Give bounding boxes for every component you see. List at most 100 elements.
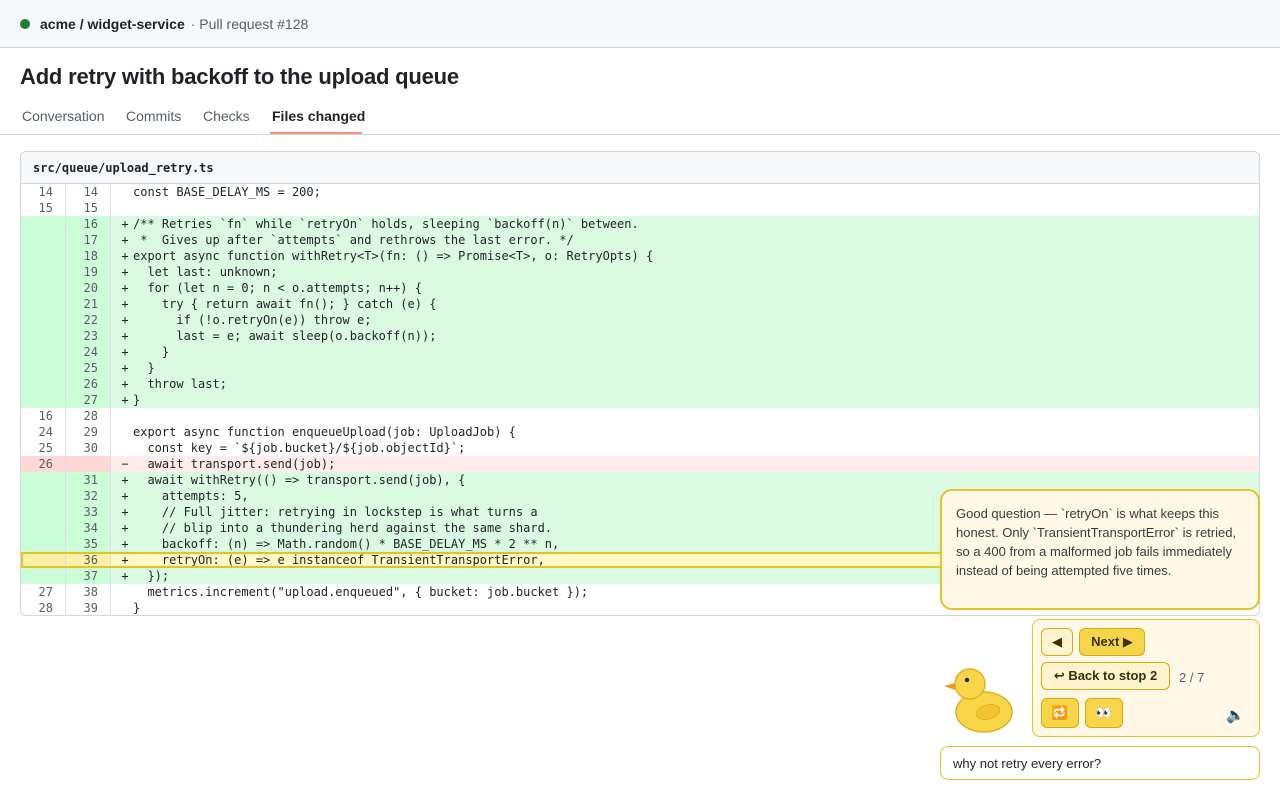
new-line-number: 32 bbox=[66, 488, 111, 504]
look-eyes-icon[interactable]: 👀 bbox=[1085, 698, 1123, 728]
status-dot-icon bbox=[20, 18, 30, 29]
file-path[interactable]: src/queue/upload_retry.ts bbox=[33, 161, 214, 175]
next-stop-button[interactable]: Next ▶ bbox=[1079, 628, 1145, 656]
added-diff-line[interactable]: 27 +} bbox=[21, 392, 1259, 408]
new-line-number: 26 bbox=[66, 376, 111, 392]
added-diff-line[interactable]: 23 + last = e; await sleep(o.backoff(n)); bbox=[21, 328, 1259, 344]
added-diff-line[interactable]: 19 + let last: unknown; bbox=[21, 264, 1259, 280]
added-diff-line[interactable]: 18 + export async function withRetry<T>(fn… bbox=[21, 248, 1259, 264]
diff-sign bbox=[119, 424, 131, 440]
speaker-icon[interactable]: 🔈 bbox=[1226, 706, 1245, 724]
new-line-number: 28 bbox=[66, 408, 111, 424]
code-text: let last: unknown; bbox=[133, 265, 278, 279]
added-diff-line[interactable]: 22 + if (!o.retryOn(e)) throw e; bbox=[21, 312, 1259, 328]
new-line-number: 18 bbox=[66, 248, 111, 264]
context-diff-line[interactable]: 15 15 bbox=[21, 200, 1259, 216]
question-input-value: why not retry every error? bbox=[953, 755, 1102, 771]
added-diff-line[interactable]: 20 + for (let n = 0; n < o.attempts; n++)… bbox=[21, 280, 1259, 296]
new-line-number: 30 bbox=[66, 440, 111, 456]
new-line-number: 24 bbox=[66, 344, 111, 360]
old-line-number bbox=[21, 280, 66, 296]
old-line-number: 26 bbox=[21, 456, 66, 472]
added-diff-line[interactable]: 31 + await withRetry(() => transport.send… bbox=[21, 472, 1259, 488]
new-line-number: 37 bbox=[66, 568, 111, 584]
code-text: retryOn: (e) => e instanceof TransientTr… bbox=[133, 553, 545, 567]
new-line-number: 35 bbox=[66, 536, 111, 552]
old-line-number bbox=[21, 312, 66, 328]
code-text: } bbox=[133, 601, 141, 615]
diff-sign: + bbox=[121, 265, 129, 279]
code-text: for (let n = 0; n < o.attempts; n++) { bbox=[133, 281, 422, 295]
context-diff-line[interactable]: 25 30 const key = `${job.bucket}/${job.ob… bbox=[21, 440, 1259, 456]
added-diff-line[interactable]: 25 + } bbox=[21, 360, 1259, 376]
stop-counter: 2 / 7 bbox=[1179, 670, 1205, 685]
old-line-number bbox=[21, 264, 66, 280]
diff-sign: + bbox=[121, 345, 129, 359]
old-line-number bbox=[21, 392, 66, 408]
diff-sign: + bbox=[121, 521, 129, 535]
old-line-number bbox=[21, 248, 66, 264]
pr-tabs: Conversation Commits Checks Files change… bbox=[0, 100, 1280, 135]
diff-sign: + bbox=[121, 281, 129, 295]
diff-sign: + bbox=[121, 393, 129, 407]
context-diff-line[interactable]: 14 14 const BASE_DELAY_MS = 200; bbox=[21, 184, 1259, 200]
previous-stop-button[interactable]: ◀ bbox=[1041, 628, 1073, 656]
old-line-number: 16 bbox=[21, 408, 66, 424]
code-text: await withRetry(() => transport.send(job… bbox=[133, 473, 466, 487]
new-line-number: 31 bbox=[66, 472, 111, 488]
new-line-number: 22 bbox=[66, 312, 111, 328]
replay-icon[interactable]: 🔁 bbox=[1041, 698, 1079, 728]
diff-sign: + bbox=[121, 313, 129, 327]
code-text: try { return await fn(); } catch (e) { bbox=[133, 297, 437, 311]
old-line-number bbox=[21, 376, 66, 392]
added-diff-line[interactable]: 24 + } bbox=[21, 344, 1259, 360]
question-input[interactable]: why not retry every error? bbox=[940, 746, 1260, 780]
diff-sign bbox=[119, 184, 131, 200]
old-line-number bbox=[21, 520, 66, 536]
old-line-number: 24 bbox=[21, 424, 66, 440]
added-diff-line[interactable]: 16 + /** Retries `fn` while `retryOn` hold… bbox=[21, 216, 1259, 232]
code-text: if (!o.retryOn(e)) throw e; bbox=[133, 313, 372, 327]
code-text: const key = `${job.bucket}/${job.objectI… bbox=[133, 441, 466, 455]
new-line-number: 21 bbox=[66, 296, 111, 312]
tab-files-changed[interactable]: Files changed bbox=[272, 108, 365, 124]
new-line-number: 20 bbox=[66, 280, 111, 296]
duck-mascot-icon bbox=[944, 668, 1013, 733]
diff-sign: + bbox=[121, 569, 129, 583]
old-line-number bbox=[21, 488, 66, 504]
old-line-number bbox=[21, 360, 66, 376]
added-diff-line[interactable]: 17 + * Gives up after `attempts` and reth… bbox=[21, 232, 1259, 248]
page-title: Add retry with backoff to the upload que… bbox=[20, 64, 459, 89]
tab-conversation[interactable]: Conversation bbox=[22, 108, 105, 124]
old-line-number bbox=[21, 344, 66, 360]
tour-controls-panel: ◀ Next ▶ ↩ Back to stop 2 2 / 7 🔁 👀 🔈 bbox=[1032, 619, 1260, 737]
diff-sign: + bbox=[121, 537, 129, 551]
code-text: await transport.send(job); bbox=[133, 457, 336, 471]
old-line-number bbox=[21, 296, 66, 312]
new-line-number: 38 bbox=[66, 584, 111, 600]
code-text: backoff: (n) => Math.random() * BASE_DEL… bbox=[133, 537, 560, 551]
diff-sign bbox=[119, 600, 131, 615]
repo-name-link[interactable]: acme / widget-service bbox=[40, 16, 185, 32]
context-diff-line[interactable]: 24 29 export async function enqueueUpload(… bbox=[21, 424, 1259, 440]
old-line-number bbox=[21, 504, 66, 520]
diff-sign bbox=[119, 584, 131, 600]
back-to-stop-button[interactable]: ↩ Back to stop 2 bbox=[1041, 662, 1170, 690]
context-diff-line[interactable]: 16 28 bbox=[21, 408, 1259, 424]
diff-sign bbox=[119, 200, 131, 216]
added-diff-line[interactable]: 26 + throw last; bbox=[21, 376, 1259, 392]
old-line-number bbox=[21, 472, 66, 488]
tab-checks[interactable]: Checks bbox=[203, 108, 250, 124]
old-line-number: 14 bbox=[21, 184, 66, 200]
removed-diff-line[interactable]: 26 − await transport.send(job); bbox=[21, 456, 1259, 472]
added-diff-line[interactable]: 21 + try { return await fn(); } catch (e)… bbox=[21, 296, 1259, 312]
old-line-number: 27 bbox=[21, 584, 66, 600]
tab-commits[interactable]: Commits bbox=[126, 108, 181, 124]
new-line-number: 39 bbox=[66, 600, 111, 615]
active-tab-underline bbox=[270, 132, 362, 134]
diff-sign: + bbox=[121, 233, 129, 247]
code-text: last = e; await sleep(o.backoff(n)); bbox=[133, 329, 437, 343]
new-line-number: 23 bbox=[66, 328, 111, 344]
